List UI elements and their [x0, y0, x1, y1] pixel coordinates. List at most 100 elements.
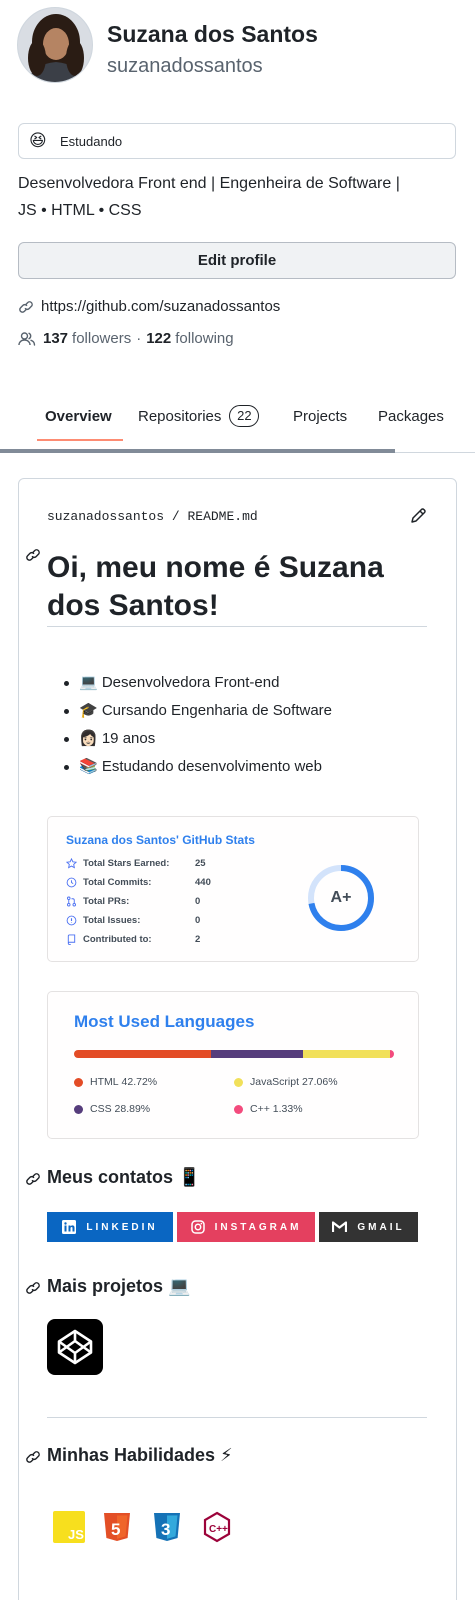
languages-title: Most Used Languages — [74, 1012, 255, 1031]
instagram-label: INSTAGRAM — [214, 1221, 302, 1233]
stat-value: 2 — [195, 933, 201, 945]
contacts-heading: Meus contatos 📱 — [47, 1167, 201, 1187]
profile-tabs: Overview Repositories 22 Projects Packag… — [0, 392, 475, 452]
css3-icon-text: 3 — [161, 1520, 170, 1539]
linkedin-label: LINKEDIN — [86, 1221, 158, 1233]
languages-bar — [74, 1050, 394, 1058]
history-icon — [66, 877, 77, 887]
stat-row: Total Commits: 440 — [66, 874, 211, 890]
language-name: CSS — [90, 1103, 112, 1115]
stat-row: Total Issues: 0 — [66, 912, 200, 928]
language-name: C++ — [250, 1103, 270, 1115]
anchor-link-icon[interactable] — [25, 1449, 41, 1465]
language-name: JavaScript — [250, 1076, 300, 1088]
issue-icon — [66, 915, 77, 925]
bio-line: Desenvolvedora Front end | Engenheira de… — [18, 175, 400, 192]
readme-path-separator: / — [171, 509, 180, 524]
readme-path-file: README.md — [187, 509, 258, 524]
top-languages-card[interactable]: Most Used Languages HTML 42.72% CSS 28.8… — [47, 991, 419, 1139]
followers-count[interactable]: 137 — [43, 330, 68, 347]
instagram-icon — [190, 1220, 205, 1234]
edit-profile-button[interactable]: Edit profile — [18, 242, 456, 279]
language-percent: 27.06% — [301, 1076, 338, 1088]
profile-name: Suzana dos Santos — [107, 21, 318, 47]
stat-value: 0 — [195, 895, 201, 907]
language-percent: 28.89% — [114, 1103, 151, 1115]
status-box[interactable]: 😆 Estudando — [18, 123, 456, 159]
tab-projects[interactable]: Projects — [293, 404, 347, 428]
stat-value: 440 — [195, 876, 211, 888]
profile-bio: Desenvolvedora Front end | Engenheira de… — [18, 170, 458, 224]
repo-icon — [67, 933, 76, 945]
tab-packages[interactable]: Packages — [378, 404, 444, 428]
language-name: HTML — [90, 1076, 119, 1088]
language-bar-segment — [303, 1050, 390, 1058]
skills-heading: Minhas Habilidades ⚡ — [47, 1445, 233, 1465]
tab-repositories-label: Repositories — [138, 407, 222, 425]
stats-title: Suzana dos Santos' GitHub Stats — [66, 833, 255, 847]
stat-label: Total Commits: — [83, 876, 152, 888]
following-label[interactable]: following — [175, 330, 233, 347]
language-dot — [234, 1104, 243, 1114]
profile-login: suzanadossantos — [107, 55, 263, 77]
list-item: 👩🏻 19 anos — [64, 725, 332, 753]
list-item: 📚 Estudando desenvolvimento web — [64, 753, 332, 781]
language-item: JavaScript 27.06% — [234, 1076, 338, 1088]
gmail-badge[interactable]: GMAIL — [319, 1212, 418, 1242]
follow-separator: · — [136, 330, 142, 347]
pull-request-icon — [67, 896, 76, 906]
grade-label: A+ — [330, 889, 352, 906]
language-item: HTML 42.72% — [74, 1076, 157, 1088]
stat-label: Contributed to: — [83, 933, 152, 945]
section-rule — [47, 1417, 427, 1418]
language-bar-segment — [210, 1050, 304, 1058]
following-count[interactable]: 122 — [146, 330, 171, 347]
cplusplus-icon-text: C++ — [209, 1524, 228, 1535]
linkedin-icon — [62, 1220, 77, 1234]
github-stats-card[interactable]: Suzana dos Santos' GitHub Stats Total St… — [47, 816, 419, 962]
status-text: Estudando — [60, 133, 123, 149]
language-bar-segment — [389, 1050, 394, 1058]
codepen-icon — [57, 1329, 93, 1365]
avatar[interactable] — [17, 7, 93, 83]
linkedin-badge[interactable]: LINKEDIN — [47, 1212, 173, 1242]
active-tab-indicator — [37, 439, 123, 441]
language-bar-segment — [74, 1050, 211, 1058]
stat-label: Total PRs: — [83, 895, 130, 907]
star-icon — [66, 857, 77, 869]
anchor-link-icon[interactable] — [25, 547, 41, 563]
readme-path: suzanadossantos / README.md — [47, 509, 258, 524]
language-dot — [74, 1077, 83, 1087]
tab-repositories[interactable]: Repositories 22 — [138, 404, 260, 428]
heading-line: Oi, meu nome é Suzana — [47, 551, 384, 584]
html5-icon: 5 — [104, 1513, 130, 1541]
gmail-label: GMAIL — [357, 1221, 405, 1233]
heading-line: dos Santos! — [47, 589, 219, 622]
status-emoji: 😆 — [29, 131, 47, 150]
language-item: CSS 28.89% — [74, 1103, 150, 1115]
list-item: 💻 Desenvolvedora Front-end — [64, 669, 332, 697]
html5-icon-text: 5 — [111, 1520, 120, 1539]
codepen-link[interactable] — [47, 1319, 103, 1375]
list-item: 🎓 Cursando Engenharia de Software — [64, 697, 332, 725]
language-percent: 1.33% — [272, 1103, 303, 1115]
projects-heading: Mais projetos 💻 — [47, 1276, 191, 1296]
stat-value: 25 — [195, 857, 206, 869]
profile-website-link[interactable]: https://github.com/suzanadossantos — [41, 298, 280, 315]
tab-overview[interactable]: Overview — [45, 404, 112, 428]
followers-label[interactable]: followers — [72, 330, 131, 347]
anchor-link-icon[interactable] — [25, 1280, 41, 1296]
stat-row: Contributed to: 2 — [66, 931, 200, 947]
readme-heading: Oi, meu nome é Suzana dos Santos! — [47, 549, 427, 625]
readme-path-user[interactable]: suzanadossantos — [47, 509, 164, 524]
anchor-link-icon[interactable] — [25, 1171, 41, 1187]
stat-row: Total PRs: 0 — [66, 893, 200, 909]
profile-header: Suzana dos Santos suzanadossantos — [17, 7, 457, 87]
heading-rule — [47, 626, 427, 627]
tabs-scrollbar[interactable] — [0, 449, 395, 453]
stat-label: Total Issues: — [83, 914, 141, 926]
instagram-badge[interactable]: INSTAGRAM — [177, 1212, 315, 1242]
pencil-icon[interactable] — [409, 507, 427, 525]
profile-link-row: https://github.com/suzanadossantos — [18, 298, 280, 315]
language-dot — [74, 1104, 83, 1114]
